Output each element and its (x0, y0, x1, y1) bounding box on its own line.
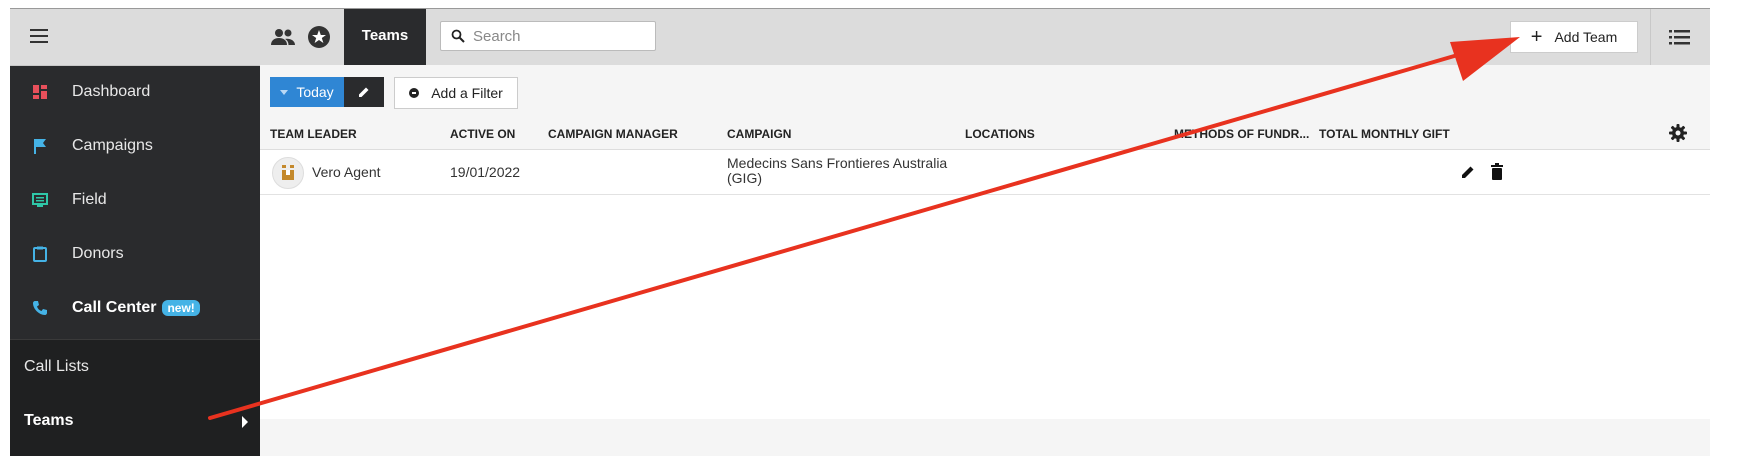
sidebar-item-campaigns[interactable]: Campaigns (10, 119, 260, 173)
divider (1650, 9, 1651, 65)
active-on-cell: 19/01/2022 (450, 164, 521, 180)
sidebar-item-dashboard[interactable]: Dashboard (10, 65, 260, 119)
sidebar-item-label: Call Center (72, 299, 157, 316)
star-icon[interactable] (306, 25, 332, 49)
sidebar-header (10, 9, 260, 66)
caret-right-icon (242, 416, 248, 428)
column-header-locations[interactable]: LOCATIONS (965, 127, 1035, 141)
search-box[interactable] (440, 21, 656, 51)
filter-bar: Today Add a Filter (260, 65, 1710, 118)
column-header-campaign-manager[interactable]: CAMPAIGN MANAGER (548, 127, 678, 141)
teams-table: TEAM LEADER ACTIVE ON CAMPAIGN MANAGER C… (260, 117, 1710, 419)
sidebar-nav: Dashboard Campaigns Field Donors Call Ce… (10, 65, 260, 335)
table-header: TEAM LEADER ACTIVE ON CAMPAIGN MANAGER C… (260, 117, 1710, 150)
sidebar-subitem-teams[interactable]: Teams (10, 394, 260, 448)
table-row[interactable]: Vero Agent 19/01/2022 Medecins Sans Fron… (260, 150, 1710, 195)
edit-filter-button[interactable] (344, 77, 384, 107)
table-empty-area (260, 195, 1710, 419)
pencil-icon (359, 87, 369, 97)
avatar (272, 157, 304, 189)
sidebar-item-label: Field (72, 191, 107, 208)
app-window: Dashboard Campaigns Field Donors Call Ce… (10, 8, 1710, 456)
sidebar-item-call-center[interactable]: Call Center new! (10, 281, 260, 335)
sidebar-subitem-label: Call Lists (24, 358, 89, 375)
dropdown-icon (280, 89, 289, 95)
trash-icon[interactable] (1490, 163, 1504, 180)
add-team-label: Add Team (1554, 29, 1618, 45)
campaign-suffix: (GIG) (727, 170, 762, 186)
sidebar-item-label: Donors (72, 245, 124, 262)
column-header-total-monthly-gift[interactable]: TOTAL MONTHLY GIFT (1319, 127, 1450, 141)
sidebar-subnav: Call Lists Teams (10, 339, 260, 456)
add-filter-button[interactable]: Add a Filter (394, 77, 518, 109)
people-icon[interactable] (270, 25, 296, 49)
sidebar-item-donors[interactable]: Donors (10, 227, 260, 281)
sidebar-subitem-label: Teams (24, 412, 74, 429)
clipboard-icon (33, 246, 47, 262)
gear-icon[interactable] (1668, 123, 1688, 143)
field-icon (32, 193, 48, 207)
column-header-campaign[interactable]: CAMPAIGN (727, 127, 791, 141)
tab-teams[interactable]: Teams (344, 9, 426, 65)
today-label: Today (296, 84, 334, 100)
dashboard-icon (33, 85, 47, 99)
column-header-team-leader[interactable]: TEAM LEADER (270, 127, 357, 141)
add-team-button[interactable]: + Add Team (1510, 21, 1638, 53)
search-icon (451, 29, 465, 43)
edit-pencil-icon[interactable] (1460, 164, 1476, 180)
phone-icon (33, 301, 47, 315)
column-header-active-on[interactable]: ACTIVE ON (450, 127, 515, 141)
add-circle-icon (409, 88, 420, 98)
sidebar-item-label: Campaigns (72, 137, 153, 154)
list-view-icon[interactable] (1668, 27, 1692, 47)
team-logo-icon (282, 165, 294, 180)
column-header-methods[interactable]: METHODS OF FUNDR... (1174, 127, 1309, 141)
sidebar-item-label: Dashboard (72, 83, 151, 100)
team-leader-cell: Vero Agent (312, 164, 381, 180)
table-body: Vero Agent 19/01/2022 Medecins Sans Fron… (260, 150, 1710, 419)
plus-icon: + (1530, 26, 1543, 48)
sidebar: Dashboard Campaigns Field Donors Call Ce… (10, 9, 260, 456)
hamburger-menu-icon[interactable] (30, 29, 48, 43)
sidebar-subitem-call-lists[interactable]: Call Lists (10, 340, 260, 394)
add-filter-label: Add a Filter (431, 85, 503, 101)
sidebar-item-field[interactable]: Field (10, 173, 260, 227)
new-badge: new! (162, 300, 200, 316)
campaign-name: Medecins Sans Frontieres Australia (727, 155, 948, 171)
top-bar: Teams + Add Team (260, 9, 1710, 66)
campaign-cell: Medecins Sans Frontieres Australia (GIG) (727, 156, 947, 186)
flag-icon (34, 139, 46, 154)
search-input[interactable] (471, 27, 645, 46)
tab-label: Teams (361, 27, 409, 44)
date-filter-today-button[interactable]: Today (270, 77, 344, 107)
